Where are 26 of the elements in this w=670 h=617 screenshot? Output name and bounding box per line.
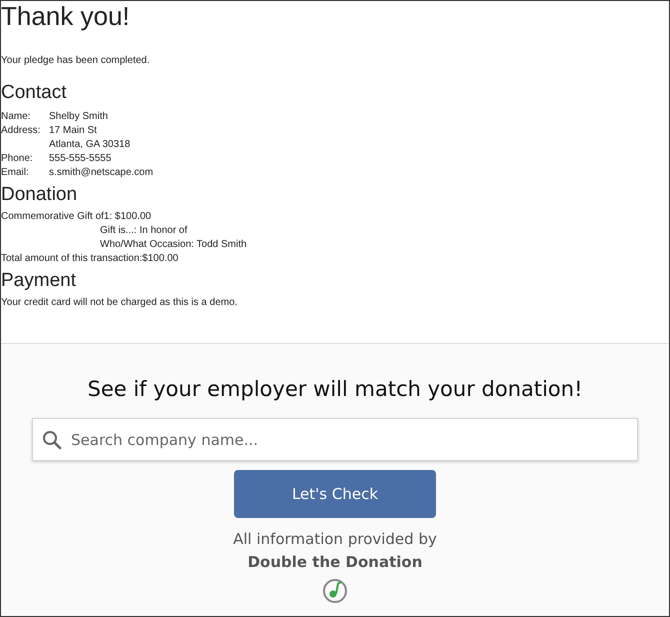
provider-name: Double the Donation bbox=[248, 552, 422, 573]
field-label: Email: bbox=[1, 166, 30, 180]
donation-line: Commemorative Gift of1: $100.00 bbox=[1, 210, 152, 224]
field-value: Atlanta, GA 30318 bbox=[49, 138, 130, 152]
credit-text: All information provided by bbox=[233, 529, 437, 550]
confirmation-message: Your pledge has been completed. bbox=[1, 54, 151, 68]
donation-line: Gift is...: In honor of bbox=[99, 224, 188, 238]
field-label: Phone: bbox=[1, 152, 34, 166]
logo-icon bbox=[322, 578, 348, 604]
donation-line: Who/What Occasion: Todd Smith bbox=[99, 238, 248, 252]
section-heading: Donation bbox=[1, 184, 78, 206]
donation-line: Total amount of this transaction:$100.00 bbox=[1, 252, 180, 266]
search-field[interactable]: Search company name... bbox=[32, 418, 638, 461]
section-heading: Contact bbox=[1, 82, 68, 104]
field-label: Name: bbox=[1, 110, 32, 124]
match-heading: See if your employer will match your donation! bbox=[87, 376, 583, 403]
field-value: 555-555-5555 bbox=[49, 152, 112, 166]
section-heading: Payment bbox=[1, 270, 77, 292]
field-label: Address: bbox=[1, 124, 42, 138]
field-value: Shelby Smith bbox=[49, 110, 108, 124]
payment-note: Your credit card will not be charged as this is a demo. bbox=[1, 296, 238, 310]
check-button[interactable]: Let's Check bbox=[234, 470, 436, 518]
search-icon bbox=[42, 430, 62, 450]
field-value: 17 Main St bbox=[49, 124, 98, 138]
field-value: s.smith@netscape.com bbox=[49, 166, 154, 180]
page-heading: Thank you! bbox=[1, 1, 131, 31]
